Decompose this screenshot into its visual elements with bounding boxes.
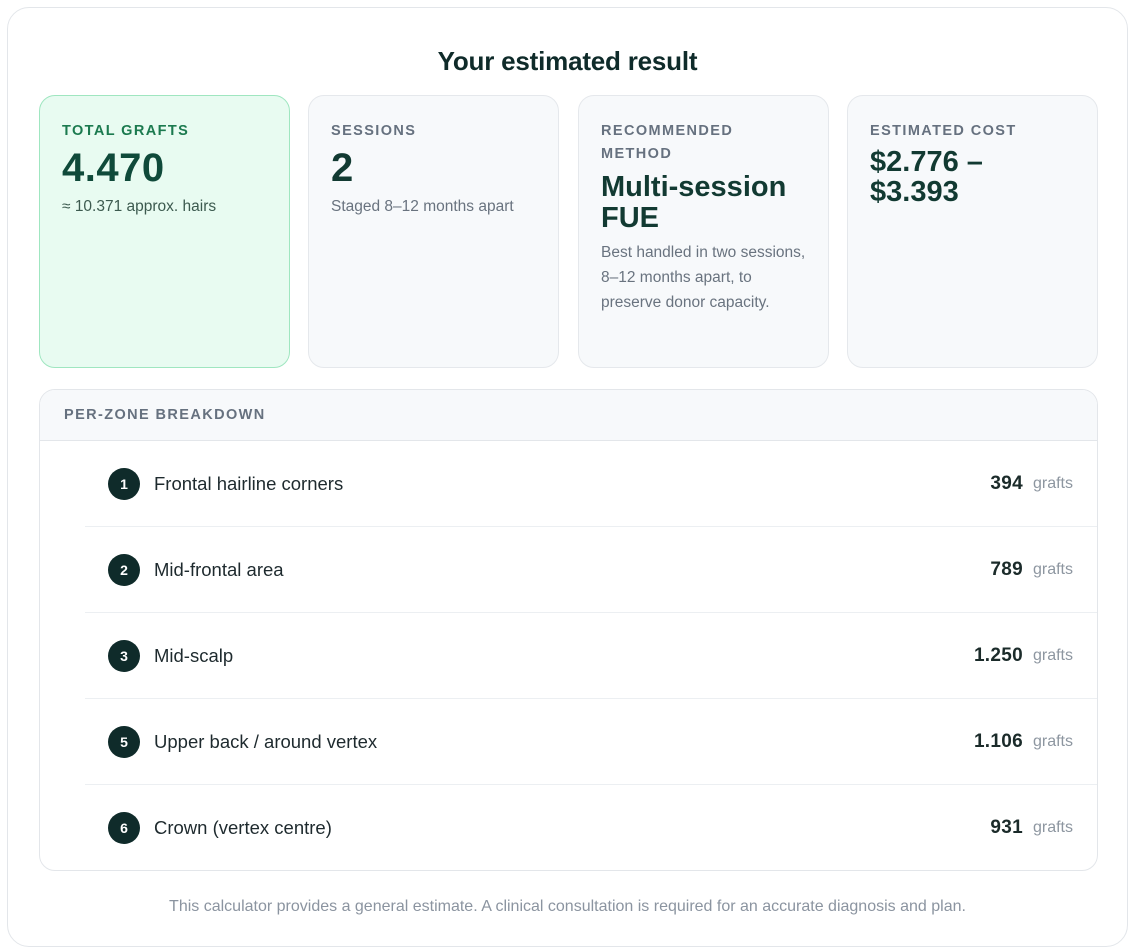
zone-graft-count: 394 xyxy=(990,472,1023,494)
zone-name: Frontal hairline corners xyxy=(154,472,344,494)
zone-graft-count: 931 xyxy=(990,817,1023,838)
zone-graft-count: 1.106 xyxy=(973,730,1023,752)
zone-row: 3 Mid-scalp 1.250 grafts xyxy=(85,613,1097,699)
cost-card: ESTIMATED COST $2.776 – $3.393 xyxy=(847,95,1098,368)
total-grafts-card: TOTAL GRAFTS 4.470 ≈ 10.371 approx. hair… xyxy=(39,95,290,368)
zone-unit-label: grafts xyxy=(1032,819,1073,836)
method-card: RECOMMENDED METHOD Multi-session FUE Bes… xyxy=(578,95,829,368)
disclaimer-text: This calculator provides a general estim… xyxy=(169,898,966,915)
total-grafts-label: TOTAL GRAFTS xyxy=(62,123,190,139)
zone-number-badge: 6 xyxy=(108,812,140,844)
zone-number-badge: 1 xyxy=(108,467,140,500)
zone-row: 1 Frontal hairline corners 394 grafts xyxy=(85,441,1097,527)
zone-row: 6 Crown (vertex centre) 931 grafts xyxy=(85,785,1097,870)
per-zone-breakdown: PER-ZONE BREAKDOWN 1 Frontal hairline co… xyxy=(39,389,1098,871)
zone-number-badge: 5 xyxy=(108,725,140,758)
zone-name: Mid-scalp xyxy=(154,644,234,666)
cost-value: $2.776 – $3.393 xyxy=(870,146,983,208)
zone-unit-label: grafts xyxy=(1032,732,1073,750)
result-title: Your estimated result xyxy=(437,46,698,76)
method-description: Best handled in two sessions, 8–12 month… xyxy=(601,244,806,311)
approx-hairs-text: ≈ 10.371 approx. hairs xyxy=(62,198,217,215)
breakdown-heading: PER-ZONE BREAKDOWN xyxy=(40,390,1097,441)
zone-graft-count: 789 xyxy=(990,558,1023,580)
zone-row: 5 Upper back / around vertex 1.106 graft… xyxy=(85,699,1097,785)
zone-graft-count: 1.250 xyxy=(973,644,1023,666)
zone-name: Crown (vertex centre) xyxy=(154,817,332,838)
zone-unit-label: grafts xyxy=(1032,474,1073,492)
sessions-value: 2 xyxy=(331,146,354,190)
zone-list: 1 Frontal hairline corners 394 grafts 2 … xyxy=(40,441,1097,870)
sessions-card: SESSIONS 2 Staged 8–12 months apart xyxy=(308,95,559,368)
cost-label: ESTIMATED COST xyxy=(870,123,1017,139)
zone-unit-label: grafts xyxy=(1032,646,1073,664)
sessions-label: SESSIONS xyxy=(331,123,417,139)
total-grafts-value: 4.470 xyxy=(62,146,165,190)
zone-name: Mid-frontal area xyxy=(154,558,284,580)
sessions-sub: Staged 8–12 months apart xyxy=(331,198,514,215)
method-label: RECOMMENDED METHOD xyxy=(601,123,734,162)
method-value: Multi-session FUE xyxy=(601,171,787,234)
result-panel: Your estimated result TOTAL GRAFTS 4.470… xyxy=(7,7,1128,947)
zone-number-badge: 3 xyxy=(108,639,140,672)
zone-number-badge: 2 xyxy=(108,553,140,586)
zone-name: Upper back / around vertex xyxy=(154,730,378,752)
zone-unit-label: grafts xyxy=(1032,560,1073,578)
zone-row: 2 Mid-frontal area 789 grafts xyxy=(85,527,1097,613)
